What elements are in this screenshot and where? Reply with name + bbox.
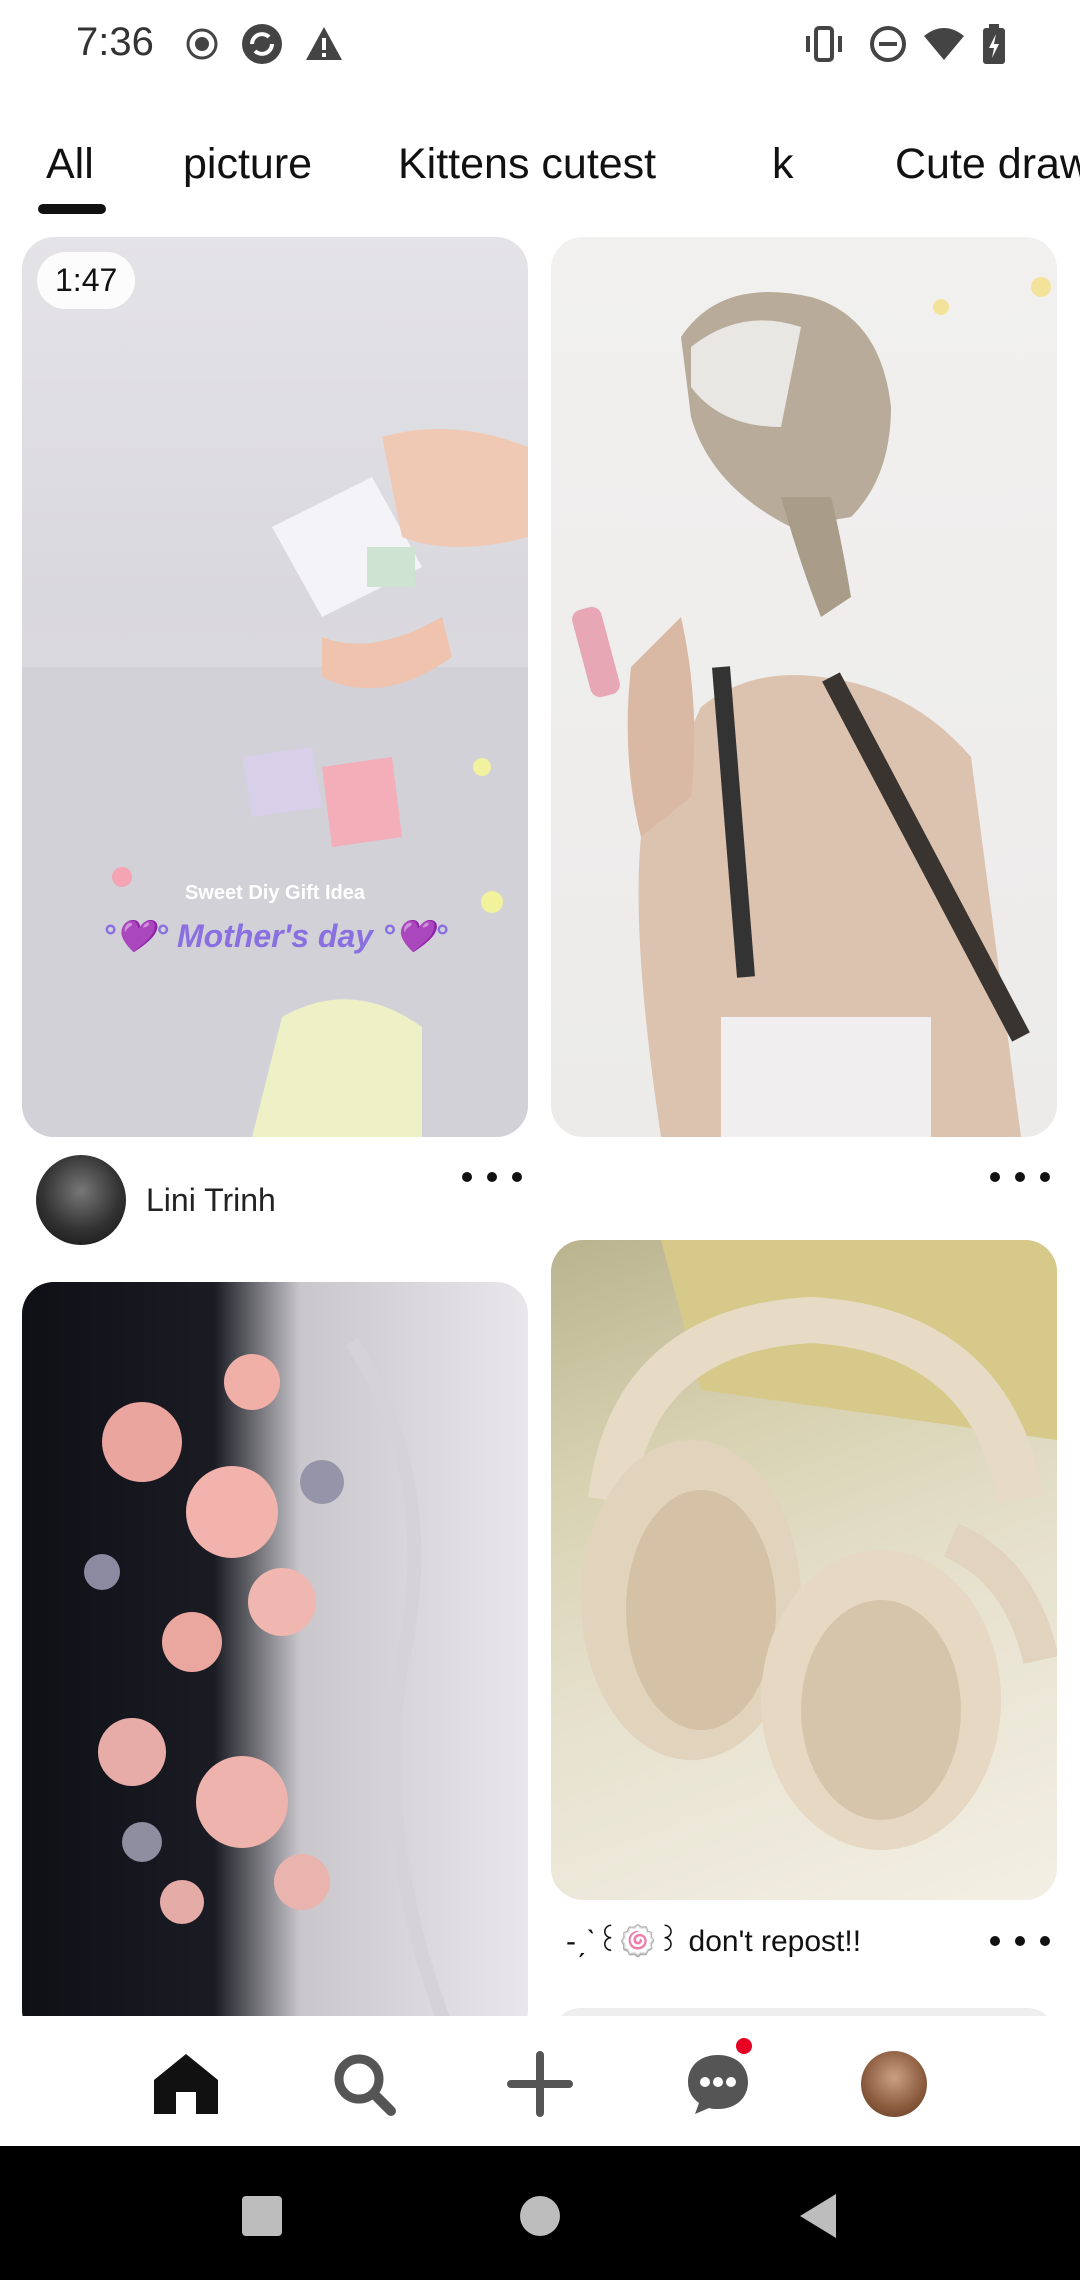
wifi-icon xyxy=(922,22,966,66)
vibrate-icon xyxy=(802,22,846,66)
tab-all[interactable]: All xyxy=(46,140,94,189)
author-name[interactable]: Lini Trinh xyxy=(146,1182,276,1219)
status-bar: 7:36 xyxy=(0,0,1080,90)
more-dot xyxy=(1015,1936,1025,1946)
pin-overlay-title: Sweet Diy Gift Idea xyxy=(184,882,366,904)
battery-icon xyxy=(972,22,1016,66)
author-avatar[interactable] xyxy=(36,1155,126,1245)
more-dot xyxy=(512,1172,522,1182)
more-dot xyxy=(1040,1172,1050,1182)
pin-feed[interactable]: 1:47 Sweet Diy Gift Idea °💜° Mother's da… xyxy=(0,230,1080,2016)
pin-next-partial[interactable] xyxy=(551,2008,1057,2016)
pin-author-row[interactable]: Lini Trinh xyxy=(36,1155,276,1245)
pin-more-options-button[interactable] xyxy=(990,1162,1050,1192)
tab-k[interactable]: k xyxy=(772,140,794,189)
tab-cute-drawing[interactable]: Cute drawing xyxy=(895,140,1080,189)
home-icon[interactable] xyxy=(148,2046,224,2122)
profile-avatar-image xyxy=(861,2051,927,2117)
more-dot xyxy=(462,1172,472,1182)
search-icon[interactable] xyxy=(326,2046,402,2122)
profile-avatar[interactable] xyxy=(856,2046,932,2122)
more-dot xyxy=(990,1936,1000,1946)
more-dot xyxy=(1015,1172,1025,1182)
back-button[interactable] xyxy=(788,2186,848,2246)
more-dot xyxy=(990,1172,1000,1182)
pin-more-options-button[interactable] xyxy=(990,1926,1050,1956)
selected-tab-indicator xyxy=(38,204,106,214)
tab-kittens-cutest[interactable]: Kittens cutest xyxy=(398,140,656,189)
do-not-disturb-icon xyxy=(866,22,910,66)
sync-icon xyxy=(240,22,284,66)
status-time: 7:36 xyxy=(76,20,154,64)
bottom-navigation xyxy=(0,2016,1080,2146)
more-dot xyxy=(1040,1936,1050,1946)
messages-icon[interactable] xyxy=(680,2046,756,2122)
home-button[interactable] xyxy=(510,2186,570,2246)
pin-flower-art[interactable] xyxy=(22,1282,528,2016)
pin-video-mothers-day[interactable]: 1:47 Sweet Diy Gift Idea °💜° Mother's da… xyxy=(22,237,528,1137)
tab-picture[interactable]: picture xyxy=(183,140,312,189)
pin-caption: -ˏˋ꒰🍥꒱ don't repost!! xyxy=(566,1925,862,1958)
more-dot xyxy=(487,1172,497,1182)
recents-button[interactable] xyxy=(232,2186,292,2246)
create-icon[interactable] xyxy=(502,2046,578,2122)
category-tabs: All picture Kittens cutest k Cute drawin… xyxy=(0,130,1080,220)
record-icon xyxy=(180,22,224,66)
warning-icon xyxy=(302,22,346,66)
system-navigation-bar xyxy=(0,2146,1080,2280)
pin-illustration-girl[interactable] xyxy=(551,237,1057,1137)
pin-more-options-button[interactable] xyxy=(462,1162,522,1192)
pin-headphones[interactable] xyxy=(551,1240,1057,1900)
messages-notification-dot xyxy=(736,2038,752,2054)
video-duration-badge: 1:47 xyxy=(37,252,136,309)
pin-overlay-subtitle: °💜° Mother's day °💜° xyxy=(102,918,448,954)
